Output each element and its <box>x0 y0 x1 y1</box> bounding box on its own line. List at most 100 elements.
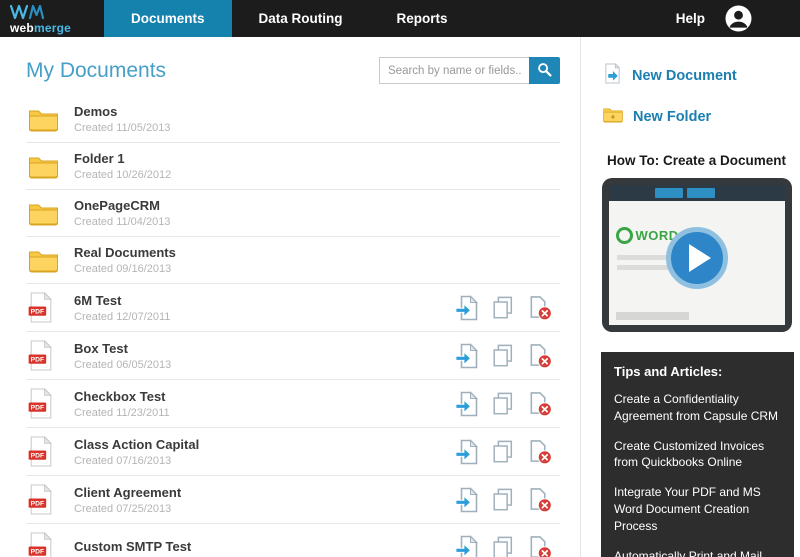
delete-document-icon[interactable] <box>527 535 552 557</box>
document-created: Created 07/25/2013 <box>74 503 181 515</box>
document-name: Box Test <box>74 341 171 356</box>
svg-text:PDF: PDF <box>31 453 44 460</box>
folder-row[interactable]: Folder 1 Created 10/26/2012 <box>26 143 560 190</box>
document-name: Demos <box>74 104 170 119</box>
copy-document-icon[interactable] <box>491 391 515 417</box>
document-created: Created 11/04/2013 <box>74 216 170 228</box>
top-navbar: webmerge Documents Data Routing Reports … <box>0 0 800 37</box>
row-actions <box>455 343 558 369</box>
content-area: My Documents DemosCreated 11/05/2013 Fold… <box>0 37 800 557</box>
new-folder-icon: + <box>603 106 623 127</box>
new-document-icon <box>603 63 622 88</box>
document-name: OnePageCRM <box>74 198 170 213</box>
folder-icon <box>28 201 66 226</box>
row-text: Box Test Created 06/05/2013 <box>74 341 171 371</box>
row-text: OnePageCRM Created 11/04/2013 <box>74 198 170 228</box>
copy-document-icon[interactable] <box>491 295 515 321</box>
main-nav: Documents Data Routing Reports <box>104 0 475 37</box>
nav-documents[interactable]: Documents <box>104 0 232 37</box>
document-row[interactable]: PDFClass Action CapitalCreated 07/16/201… <box>26 428 560 476</box>
tips-list: Create a Confidentiality Agreement from … <box>614 391 781 557</box>
new-document-link[interactable]: New Document <box>603 63 794 88</box>
svg-text:PDF: PDF <box>31 357 44 364</box>
howto-title: How To: Create a Document <box>599 153 794 168</box>
logo-wordmark: webmerge <box>10 21 104 35</box>
delete-document-icon[interactable] <box>527 295 552 321</box>
article-link[interactable]: Integrate Your PDF and MS Word Document … <box>614 484 781 534</box>
row-actions <box>455 391 558 417</box>
pdf-file-icon: PDF <box>28 388 66 419</box>
search-box <box>379 57 560 84</box>
merge-document-icon[interactable] <box>455 295 479 321</box>
pdf-file-icon: PDF <box>28 532 66 557</box>
pdf-file-icon: PDF <box>28 340 66 371</box>
document-created: Created 12/07/2011 <box>74 311 170 323</box>
webmerge-app: webmerge Documents Data Routing Reports … <box>0 0 800 557</box>
delete-document-icon[interactable] <box>527 343 552 369</box>
search-button[interactable] <box>529 57 560 84</box>
document-row[interactable]: PDF Client AgreementCreated 07/25/2013 <box>26 476 560 524</box>
document-created: Created 06/05/2013 <box>74 359 171 371</box>
row-actions <box>455 295 558 321</box>
document-name: 6M Test <box>74 293 170 308</box>
pdf-file-icon: PDF <box>28 436 66 467</box>
row-text: Checkbox TestCreated 11/23/2011 <box>74 389 170 419</box>
merge-document-icon[interactable] <box>455 343 479 369</box>
mock-browser-bar <box>609 185 785 201</box>
document-name: Checkbox Test <box>74 389 170 404</box>
video-screen: WORD <box>609 185 785 325</box>
search-icon <box>537 62 552 80</box>
delete-document-icon[interactable] <box>527 439 552 465</box>
row-text: Folder 1 Created 10/26/2012 <box>74 151 171 181</box>
row-text: Client AgreementCreated 07/25/2013 <box>74 485 181 515</box>
merge-document-icon[interactable] <box>455 391 479 417</box>
document-name: Custom SMTP Test <box>74 539 191 554</box>
copy-document-icon[interactable] <box>491 487 515 513</box>
copy-document-icon[interactable] <box>491 343 515 369</box>
documents-panel: My Documents DemosCreated 11/05/2013 Fold… <box>0 37 580 557</box>
document-row[interactable]: PDF Box Test Created 06/05/2013 <box>26 332 560 380</box>
search-input[interactable] <box>379 57 529 84</box>
nav-data-routing[interactable]: Data Routing <box>232 0 370 37</box>
row-text: DemosCreated 11/05/2013 <box>74 104 170 134</box>
svg-text:PDF: PDF <box>31 405 44 412</box>
document-name: Folder 1 <box>74 151 171 166</box>
wm-logo-icon <box>10 5 46 20</box>
folder-icon <box>28 107 66 132</box>
pdf-file-icon: PDF <box>28 484 66 515</box>
folder-row[interactable]: DemosCreated 11/05/2013 <box>26 96 560 143</box>
row-actions <box>455 487 558 513</box>
document-created: Created 10/26/2012 <box>74 169 171 181</box>
row-actions <box>455 439 558 465</box>
new-folder-link[interactable]: + New Folder <box>603 106 794 127</box>
play-button-icon[interactable] <box>666 227 728 289</box>
article-link[interactable]: Automatically Print and Mail Documents w… <box>614 548 781 557</box>
folder-row[interactable]: OnePageCRM Created 11/04/2013 <box>26 190 560 237</box>
folder-row[interactable]: Real DocumentsCreated 09/16/2013 <box>26 237 560 284</box>
document-name: Class Action Capital <box>74 437 199 452</box>
merge-document-icon[interactable] <box>455 439 479 465</box>
copy-document-icon[interactable] <box>491 535 515 557</box>
delete-document-icon[interactable] <box>527 391 552 417</box>
article-link[interactable]: Create a Confidentiality Agreement from … <box>614 391 781 425</box>
merge-document-icon[interactable] <box>455 487 479 513</box>
documents-header: My Documents <box>0 37 580 96</box>
video-thumbnail[interactable]: WORD <box>602 178 792 332</box>
svg-text:+: + <box>611 113 616 122</box>
new-document-label: New Document <box>632 68 737 84</box>
help-link[interactable]: Help <box>656 0 725 37</box>
copy-document-icon[interactable] <box>491 439 515 465</box>
page-title: My Documents <box>26 59 166 83</box>
user-avatar-icon[interactable] <box>725 0 752 37</box>
article-link[interactable]: Create Customized Invoices from Quickboo… <box>614 438 781 472</box>
webmerge-logo[interactable]: webmerge <box>0 0 104 37</box>
tips-title: Tips and Articles: <box>614 364 781 379</box>
sidebar: New Document + New Folder How To: Create… <box>580 37 800 557</box>
merge-document-icon[interactable] <box>455 535 479 557</box>
nav-reports[interactable]: Reports <box>370 0 475 37</box>
delete-document-icon[interactable] <box>527 487 552 513</box>
document-row[interactable]: PDF Custom SMTP Test <box>26 524 560 557</box>
document-row[interactable]: PDF Checkbox TestCreated 11/23/2011 <box>26 380 560 428</box>
document-row[interactable]: PDF6M TestCreated 12/07/2011 <box>26 284 560 332</box>
document-created: Created 09/16/2013 <box>74 263 176 275</box>
